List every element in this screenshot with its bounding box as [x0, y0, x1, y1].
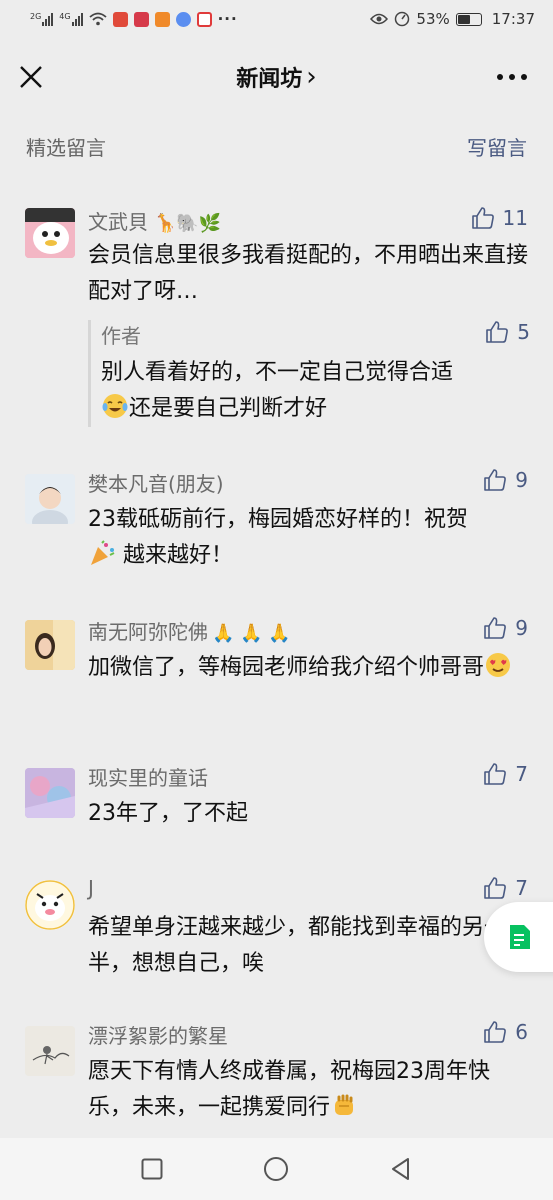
clock: 17:37	[491, 10, 535, 28]
thumbs-up-icon	[484, 469, 507, 491]
avatar[interactable]	[25, 620, 75, 670]
like-button[interactable]: 7	[483, 876, 528, 900]
app-notification-icon	[133, 11, 149, 27]
back-button[interactable]	[386, 1154, 416, 1184]
avatar[interactable]	[25, 474, 75, 524]
app-notification-icon	[196, 11, 212, 27]
comment-author[interactable]: 樊本凡音(朋友)	[88, 468, 224, 497]
like-button[interactable]: 11	[471, 206, 528, 230]
party-popper-emoji-icon	[91, 540, 115, 565]
section-header: 精选留言 写留言	[0, 116, 553, 176]
square-icon	[141, 1158, 163, 1180]
comment-list: 文武貝 🦒🐘🌿 11 会员信息里很多我看挺配的，不用晒出来直接配对了呀… 作者 5…	[0, 176, 553, 1138]
comment-text: 希望单身汪越来越少，都能找到幸福的另一半，想想自己，唉	[88, 915, 507, 976]
recent-apps-button[interactable]	[137, 1154, 167, 1184]
battery-icon	[455, 12, 482, 26]
comment-author[interactable]: 现实里的童话	[88, 762, 208, 791]
thumbs-up-icon	[486, 321, 509, 343]
comment-text: 加微信了，等梅园老师给我介绍个帅哥哥	[88, 650, 530, 686]
comment-author[interactable]: J	[88, 876, 94, 900]
music-app-icon	[175, 11, 191, 27]
nav-title[interactable]: 新闻坊 ›	[236, 61, 316, 93]
wifi-icon	[89, 12, 107, 26]
comment-author[interactable]: 漂浮絮影的繁星	[88, 1020, 228, 1049]
comment-text: 愿天下有情人终成眷属，祝梅园23周年快乐，未来，一起携爱同行	[88, 1059, 490, 1120]
raised-fist-emoji-icon	[335, 1094, 354, 1115]
name-decoration: 🦒🐘🌿	[154, 213, 222, 234]
section-title: 精选留言	[26, 135, 106, 160]
avatar[interactable]	[25, 208, 75, 258]
write-comment-button[interactable]: 写留言	[467, 132, 527, 161]
thumbs-up-icon	[484, 877, 507, 899]
home-button[interactable]	[261, 1154, 291, 1184]
status-bar: 2G 4G ··· 53% 17:37	[0, 0, 553, 38]
like-button[interactable]: 9	[483, 616, 528, 640]
circle-icon	[264, 1157, 289, 1181]
signal-icon-sim2: 4G	[59, 12, 83, 26]
comment-author[interactable]: 文武貝 🦒🐘🌿	[88, 206, 221, 235]
nav-bar: 新闻坊 ›	[0, 38, 553, 116]
more-notifications: ···	[217, 10, 238, 28]
like-count: 7	[515, 762, 528, 786]
tears-of-joy-emoji-icon	[102, 394, 128, 418]
thumbs-up-icon	[484, 763, 507, 785]
like-button[interactable]: 5	[485, 320, 530, 344]
system-navigation-bar	[0, 1138, 553, 1200]
thumbs-up-icon	[484, 617, 507, 639]
like-count: 5	[517, 320, 530, 344]
thumbs-up-icon	[471, 207, 494, 229]
like-count: 6	[515, 1020, 528, 1044]
author-reply: 作者 5 别人看着好的，不一定自己觉得合适 还是要自己判断才好	[88, 320, 530, 427]
comment-text: 会员信息里很多我看挺配的，不用晒出来直接配对了呀…	[88, 243, 529, 304]
reply-author: 作者	[101, 324, 141, 348]
name-decoration: 🙏 🙏 🙏	[212, 623, 291, 644]
chevron-right-icon: ›	[306, 62, 317, 92]
floating-reading-button[interactable]	[484, 902, 553, 972]
speed-icon	[395, 11, 410, 27]
like-count: 7	[515, 876, 528, 900]
avatar[interactable]	[25, 1026, 75, 1076]
avatar[interactable]	[25, 768, 75, 818]
close-icon[interactable]	[18, 64, 44, 90]
nav-title-text: 新闻坊	[236, 67, 303, 92]
like-button[interactable]: 6	[483, 1020, 528, 1044]
video-app-icon	[154, 11, 170, 27]
like-button[interactable]: 7	[483, 762, 528, 786]
app-notification-icon	[112, 11, 128, 27]
reading-list-icon	[510, 925, 530, 949]
heart-eyes-emoji-icon	[486, 653, 511, 677]
eye-icon	[370, 13, 389, 25]
like-count: 9	[515, 468, 528, 492]
reply-text: 别人看着好的，不一定自己觉得合适 还是要自己判断才好	[101, 360, 454, 421]
battery-percent: 53%	[416, 10, 450, 28]
like-button[interactable]: 9	[483, 468, 528, 492]
avatar[interactable]	[25, 880, 75, 930]
like-count: 11	[502, 206, 528, 230]
signal-icon-sim1: 2G	[30, 12, 54, 26]
comment-text: 23载砥砺前行，梅园婚恋好样的！祝贺 越来越好！	[88, 507, 468, 568]
triangle-back-icon	[391, 1158, 409, 1180]
comment-author[interactable]: 南无阿弥陀佛 🙏 🙏 🙏	[88, 616, 291, 645]
comment-text: 23年了，了不起	[88, 801, 248, 826]
thumbs-up-icon	[484, 1021, 507, 1043]
more-icon[interactable]	[497, 74, 527, 80]
like-count: 9	[515, 616, 528, 640]
